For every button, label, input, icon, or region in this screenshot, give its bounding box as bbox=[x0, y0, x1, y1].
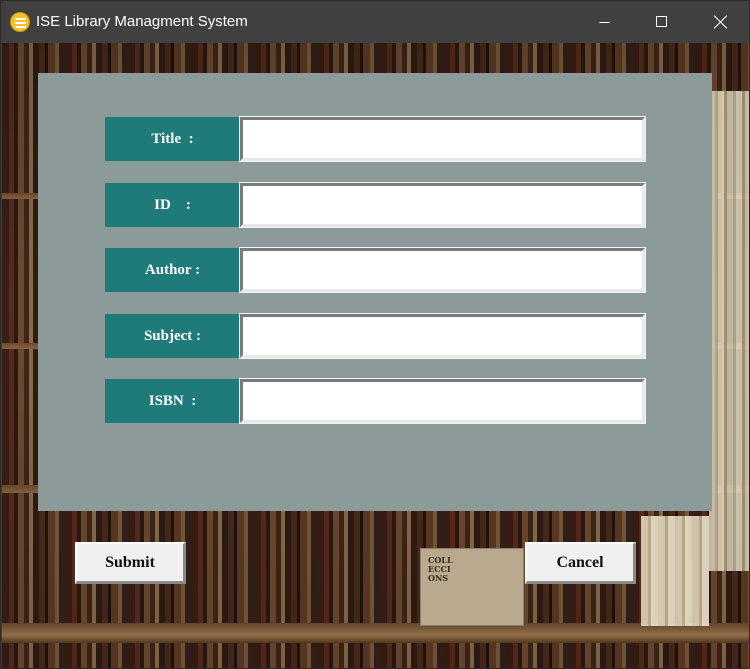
cancel-button[interactable]: Cancel bbox=[525, 542, 636, 584]
minimize-button[interactable] bbox=[575, 1, 633, 43]
close-icon bbox=[713, 14, 729, 30]
subject-row: Subject : bbox=[105, 313, 646, 359]
maximize-button[interactable] bbox=[633, 1, 691, 43]
id-label: ID : bbox=[105, 183, 240, 227]
collections-box-text: COLL ECCI ONS bbox=[428, 555, 453, 583]
isbn-row: ISBN : bbox=[105, 378, 646, 424]
title-input[interactable] bbox=[239, 116, 646, 162]
id-row: ID : bbox=[105, 182, 646, 228]
isbn-label: ISBN : bbox=[105, 379, 240, 423]
title-row: Title : bbox=[105, 116, 646, 162]
app-window: ISE Library Managment System COLL ECCI O… bbox=[0, 0, 750, 669]
title-bar[interactable]: ISE Library Managment System bbox=[1, 1, 749, 43]
id-input[interactable] bbox=[239, 182, 646, 228]
book-form-panel: Title : ID : Author : Subject : ISBN : bbox=[38, 73, 712, 511]
app-icon bbox=[10, 12, 30, 32]
author-input[interactable] bbox=[239, 247, 646, 293]
isbn-input[interactable] bbox=[239, 378, 646, 424]
collections-box: COLL ECCI ONS bbox=[420, 548, 524, 626]
bookshelf-books-right bbox=[709, 91, 749, 571]
bookshelf-books-bottom bbox=[641, 516, 709, 626]
window-title: ISE Library Managment System bbox=[36, 13, 248, 30]
author-label: Author : bbox=[105, 248, 240, 292]
submit-button[interactable]: Submit bbox=[75, 542, 186, 584]
subject-input[interactable] bbox=[239, 313, 646, 359]
maximize-icon bbox=[656, 16, 667, 27]
minimize-icon bbox=[599, 22, 610, 23]
author-row: Author : bbox=[105, 247, 646, 293]
title-label: Title : bbox=[105, 117, 240, 161]
close-button[interactable] bbox=[691, 1, 749, 43]
subject-label: Subject : bbox=[105, 314, 240, 358]
